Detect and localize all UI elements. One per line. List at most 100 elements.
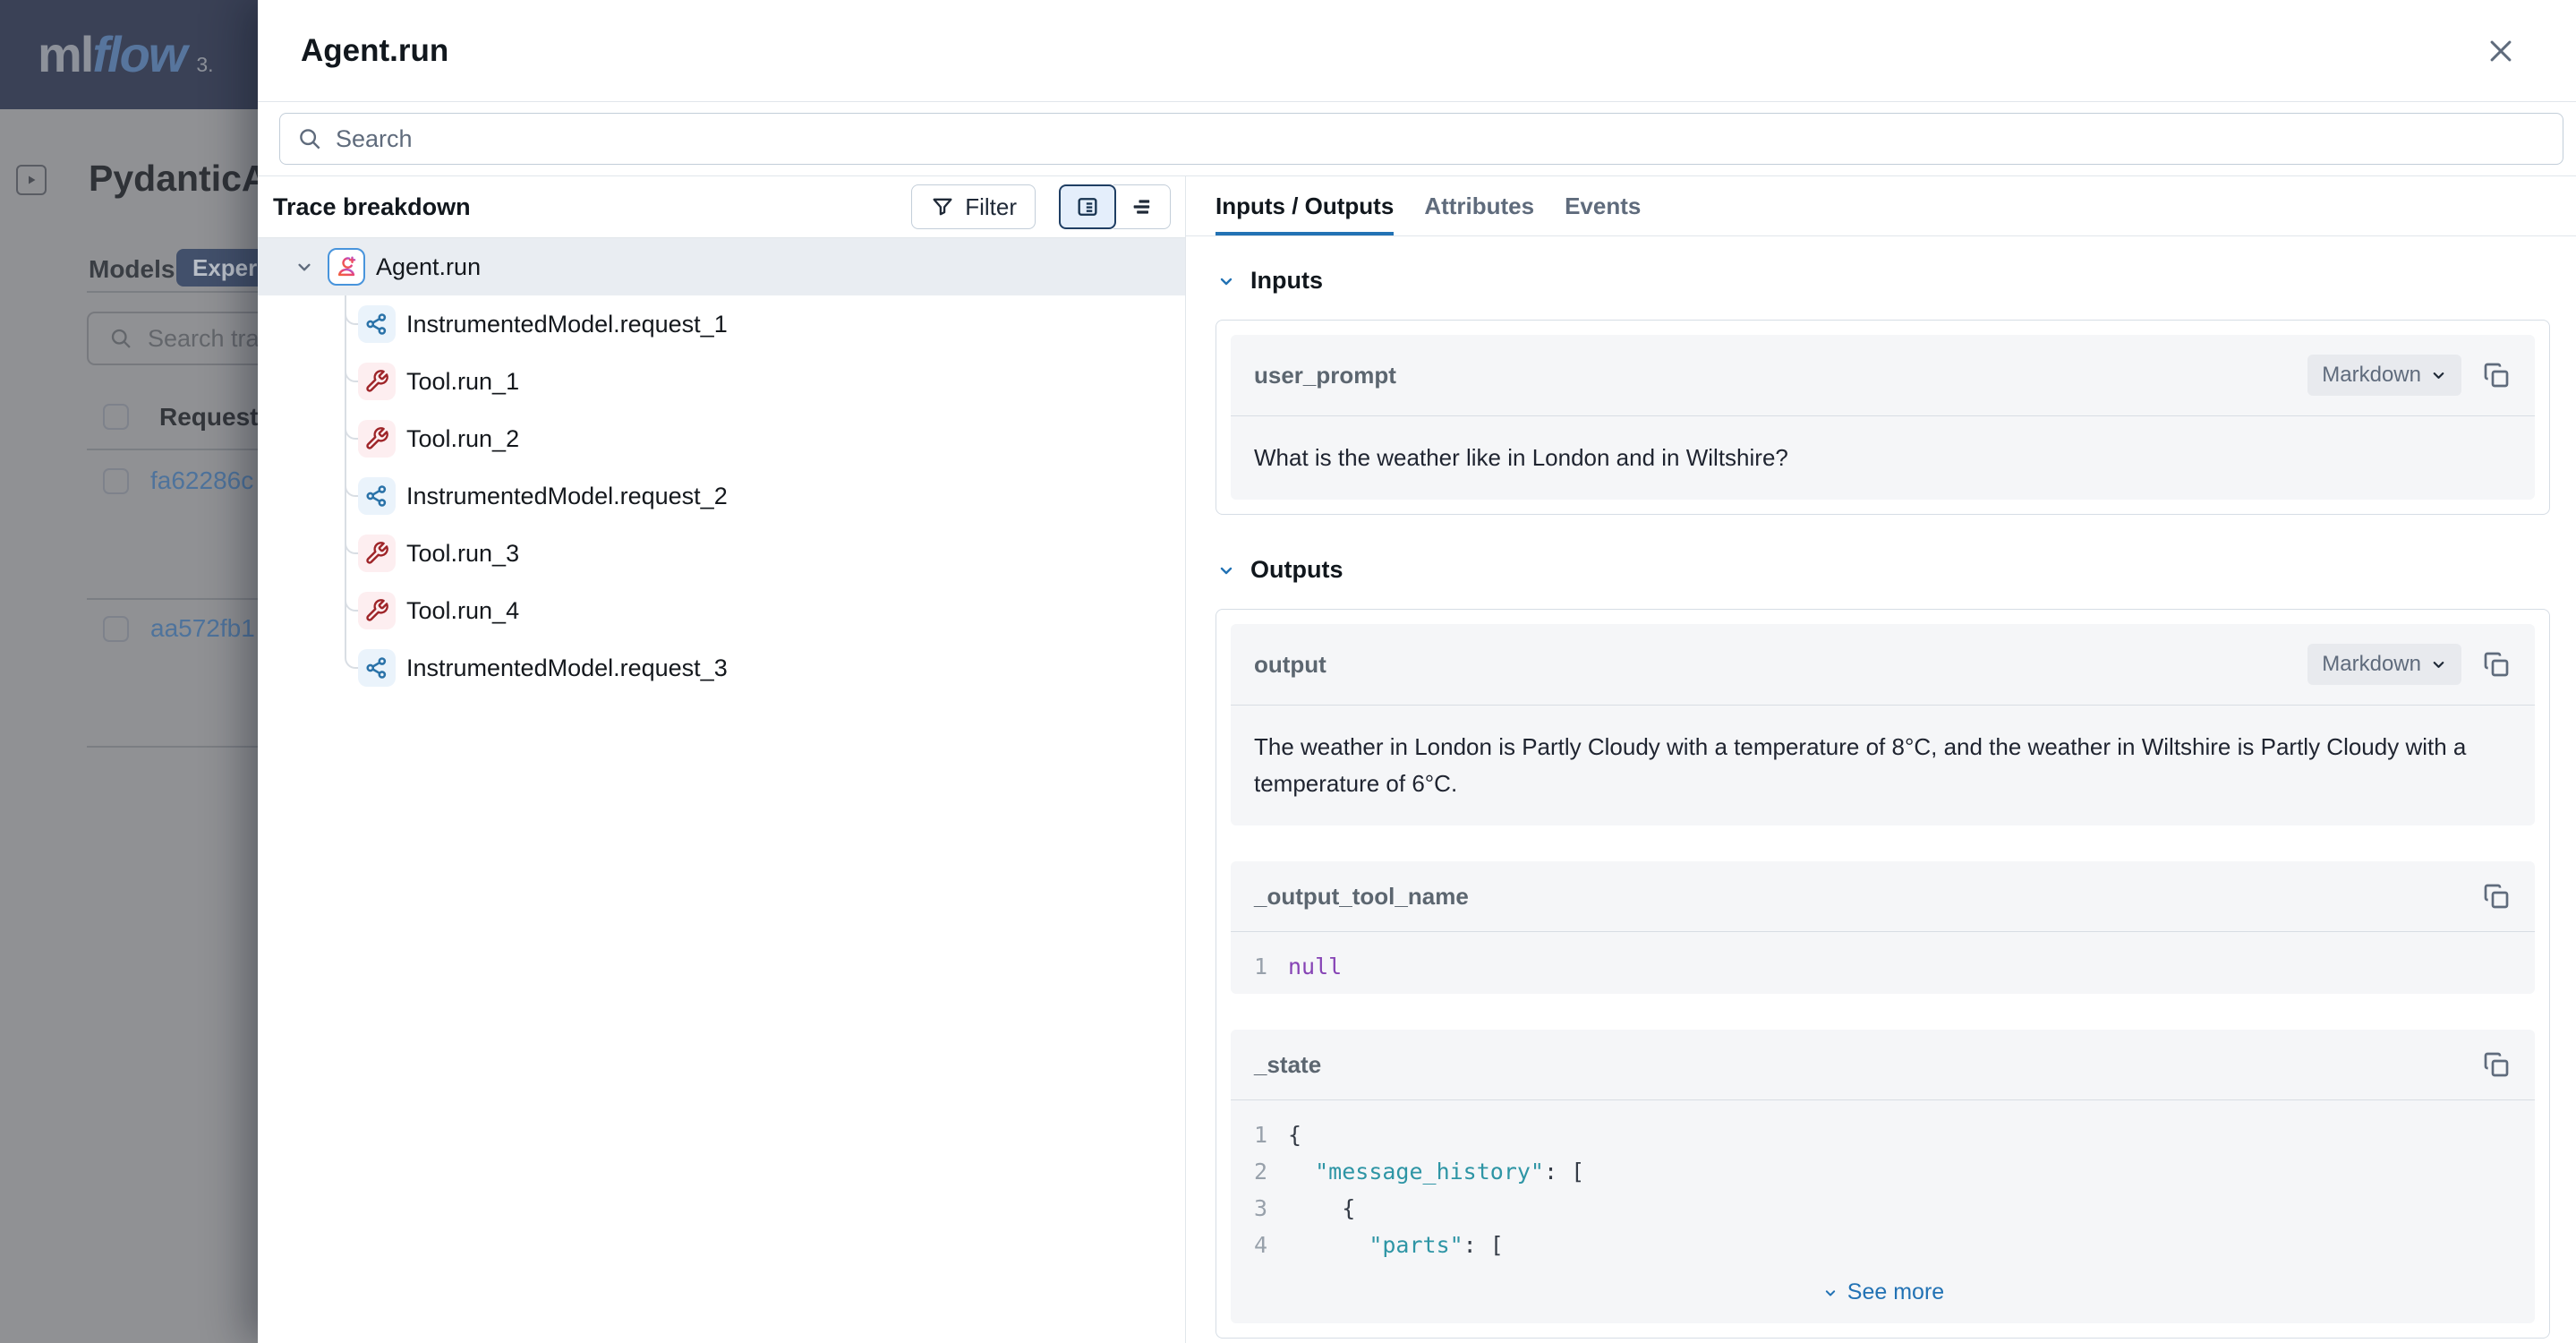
- output-tool-name-header: _output_tool_name: [1231, 861, 2535, 931]
- tree-node-tool-run-3[interactable]: Tool.run_3: [258, 525, 1185, 582]
- filter-label: Filter: [965, 193, 1017, 221]
- tool-span-icon: [358, 420, 396, 458]
- model-span-icon: [358, 649, 396, 687]
- details-tabs: Inputs / Outputs Attributes Events: [1186, 176, 2576, 236]
- copy-button[interactable]: [2481, 360, 2512, 390]
- output-panel: output Markdown: [1231, 624, 2535, 825]
- tree-node-agent-run[interactable]: Agent.run: [258, 238, 1185, 295]
- list-view-icon: [1075, 194, 1100, 219]
- tool-span-icon: [358, 535, 396, 572]
- span-details-panel: Inputs / Outputs Attributes Events Input…: [1186, 176, 2576, 1343]
- chevron-down-icon: [2430, 367, 2447, 384]
- chevron-down-icon: [2430, 656, 2447, 673]
- filter-button[interactable]: Filter: [911, 184, 1036, 229]
- logo-version: 3.: [196, 53, 213, 77]
- search-input[interactable]: [336, 125, 2546, 153]
- code-line: 3 {: [1254, 1190, 2512, 1227]
- field-name: _output_tool_name: [1254, 883, 2461, 911]
- field-name: output: [1254, 651, 2307, 679]
- code-line: 1{: [1254, 1116, 2512, 1153]
- inputs-card: user_prompt Markdown: [1215, 320, 2550, 515]
- close-icon: [2486, 36, 2516, 66]
- trace-detail-modal: Agent.run Trace breakdown Filter: [258, 0, 2576, 1343]
- model-span-icon: [358, 477, 396, 515]
- tab-models[interactable]: Models: [89, 255, 175, 284]
- chevron-down-icon: [1215, 560, 1237, 581]
- copy-button[interactable]: [2481, 1049, 2512, 1080]
- trace-link[interactable]: aa572fb1: [150, 614, 255, 643]
- trace-breakdown-panel: Trace breakdown Filter: [258, 176, 1186, 1343]
- tree-node-label: Agent.run: [376, 253, 481, 281]
- output-content: The weather in London is Partly Cloudy w…: [1231, 706, 2535, 825]
- gantt-view-icon: [1130, 194, 1155, 219]
- see-more-label: See more: [1847, 1279, 1944, 1305]
- details-content: Inputs user_prompt Markdown: [1186, 236, 2576, 1343]
- column-header-request[interactable]: Request: [159, 403, 258, 432]
- user-prompt-header: user_prompt Markdown: [1231, 335, 2535, 415]
- copy-button[interactable]: [2481, 649, 2512, 680]
- experiment-title: PydanticA: [89, 158, 269, 200]
- logo-text-ml: ml: [38, 25, 92, 83]
- trace-breakdown-title: Trace breakdown: [273, 193, 911, 221]
- tool-span-icon: [358, 592, 396, 629]
- code-line: 1null: [1254, 948, 2512, 985]
- mlflow-logo[interactable]: ml flow 3.: [38, 25, 214, 83]
- tab-attributes[interactable]: Attributes: [1424, 176, 1534, 235]
- outputs-section-title: Outputs: [1250, 556, 1343, 584]
- view-toggle-group: [1059, 184, 1171, 229]
- tree-node-label: Tool.run_4: [406, 597, 519, 625]
- modal-body: Trace breakdown Filter: [258, 176, 2576, 1343]
- outputs-section: Outputs output Markdown: [1215, 556, 2550, 1339]
- format-value: Markdown: [2322, 652, 2421, 677]
- span-tree: Agent.run InstrumentedModel.request_1 To…: [258, 238, 1185, 1343]
- state-header: _state: [1231, 1030, 2535, 1099]
- copy-button[interactable]: [2481, 881, 2512, 911]
- inputs-section-toggle[interactable]: Inputs: [1215, 267, 2550, 295]
- state-code: 1{ 2 "message_history": [ 3 { 4 "parts":…: [1231, 1100, 2535, 1272]
- field-name: _state: [1254, 1051, 2461, 1079]
- select-all-checkbox[interactable]: [103, 404, 129, 430]
- search-icon: [296, 125, 323, 152]
- tree-node-label: InstrumentedModel.request_1: [406, 311, 728, 338]
- close-button[interactable]: [2481, 31, 2521, 71]
- logo-text-flow: flow: [92, 25, 185, 83]
- format-select[interactable]: Markdown: [2307, 644, 2461, 685]
- filter-icon: [930, 194, 955, 219]
- tree-node-label: Tool.run_2: [406, 425, 519, 453]
- sidebar-collapse-icon[interactable]: [16, 165, 47, 195]
- row-checkbox[interactable]: [103, 616, 129, 642]
- span-search-field[interactable]: [279, 113, 2563, 165]
- outputs-section-toggle[interactable]: Outputs: [1215, 556, 2550, 584]
- tree-view-toggle[interactable]: [1059, 184, 1116, 229]
- tree-node-tool-run-1[interactable]: Tool.run_1: [258, 353, 1185, 410]
- chevron-down-icon[interactable]: [293, 255, 316, 278]
- copy-icon: [2482, 1050, 2511, 1079]
- modal-title: Agent.run: [301, 33, 2481, 69]
- tree-node-tool-run-2[interactable]: Tool.run_2: [258, 410, 1185, 467]
- row-checkbox[interactable]: [103, 468, 129, 494]
- tree-node-label: InstrumentedModel.request_2: [406, 483, 728, 510]
- outputs-card: output Markdown: [1215, 609, 2550, 1339]
- output-tool-name-panel: _output_tool_name 1null: [1231, 861, 2535, 994]
- tree-node-model-request-3[interactable]: InstrumentedModel.request_3: [258, 639, 1185, 697]
- see-more-link[interactable]: See more: [1231, 1272, 2535, 1323]
- format-select[interactable]: Markdown: [2307, 355, 2461, 396]
- tree-node-label: Tool.run_1: [406, 368, 519, 396]
- tree-node-model-request-1[interactable]: InstrumentedModel.request_1: [258, 295, 1185, 353]
- search-traces-placeholder: Search tra: [148, 325, 260, 353]
- output-tool-name-code: 1null: [1231, 932, 2535, 994]
- tree-node-label: Tool.run_3: [406, 540, 519, 568]
- format-value: Markdown: [2322, 363, 2421, 388]
- trace-link[interactable]: fa62286c: [150, 466, 253, 495]
- tab-inputs-outputs[interactable]: Inputs / Outputs: [1215, 176, 1394, 235]
- user-prompt-content: What is the weather like in London and i…: [1231, 416, 2535, 500]
- user-prompt-panel: user_prompt Markdown: [1231, 335, 2535, 500]
- tree-node-model-request-2[interactable]: InstrumentedModel.request_2: [258, 467, 1185, 525]
- copy-icon: [2482, 650, 2511, 679]
- code-line: 4 "parts": [: [1254, 1227, 2512, 1263]
- copy-icon: [2482, 361, 2511, 389]
- state-panel: _state 1{ 2 "message_history": [ 3 {: [1231, 1030, 2535, 1323]
- tree-node-tool-run-4[interactable]: Tool.run_4: [258, 582, 1185, 639]
- tab-events[interactable]: Events: [1565, 176, 1641, 235]
- timeline-view-toggle[interactable]: [1113, 184, 1171, 229]
